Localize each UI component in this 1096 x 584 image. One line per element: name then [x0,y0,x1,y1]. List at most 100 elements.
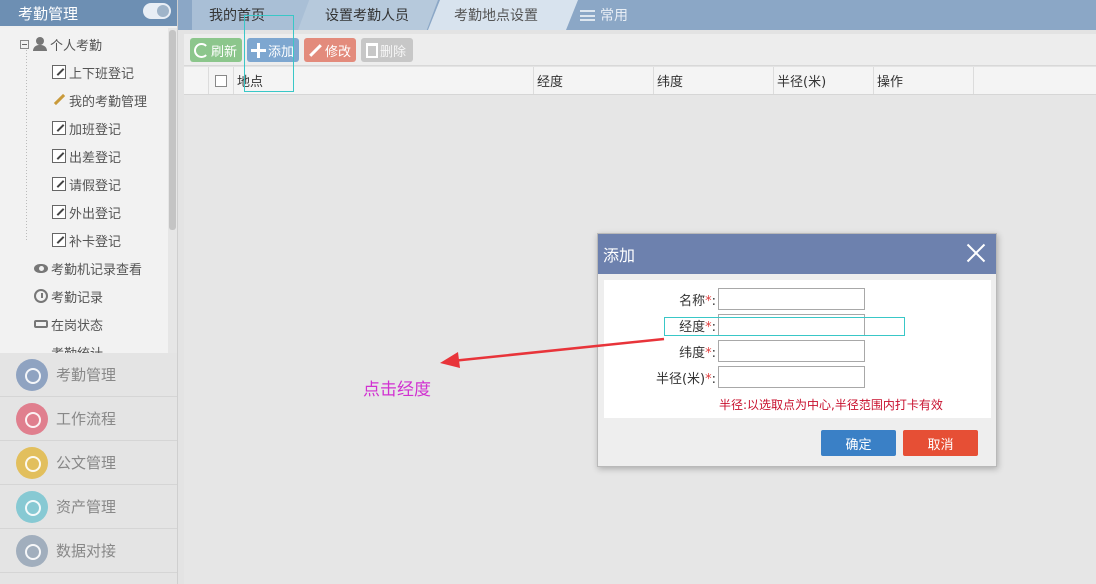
pencil-icon [52,93,66,107]
trash-icon [366,42,378,58]
toolbar: 刷新 添加 修改 删除 [184,34,1096,66]
form-row-latitude: 纬度*: [604,340,991,362]
tree-item-overtime[interactable]: 加班登记 [52,114,121,142]
module-label: 考勤管理 [56,366,117,384]
module-documents[interactable]: 公文管理 [0,441,177,485]
name-input[interactable] [718,288,865,310]
radius-input[interactable] [718,366,865,388]
tree-item-label: 考勤记录 [51,290,104,306]
briefcase-icon [16,490,48,523]
menu-icon [580,9,595,21]
tab-label: 设置考勤人员 [325,8,409,24]
annotation-text: 点击经度 [363,380,431,400]
tree-group-label: 个人考勤 [50,38,103,54]
dialog-header: 添加 [598,234,996,274]
chart-icon [34,345,48,353]
pencil-icon [308,43,323,58]
sidebar-toggle-switch[interactable] [143,3,171,19]
tree-item-label: 请假登记 [69,178,122,194]
edit-icon [52,149,66,163]
radius-label: 半径(米)*: [655,371,716,387]
tree-item-label: 考勤机记录查看 [51,262,143,278]
tab-common[interactable]: 常用 [578,0,698,30]
dialog-title: 添加 [603,246,636,265]
add-location-dialog: 添加 名称*: 经度*: 纬度*: 半径(米)*: 半径:以选取点为中心,半径范… [597,233,997,467]
column-header-radius[interactable]: 半径(米) [774,67,874,94]
tree-item-label: 上下班登记 [69,66,135,82]
edit-icon [52,177,66,191]
sidebar-header: 考勤管理 [0,0,177,26]
delete-button[interactable]: 删除 [361,38,413,62]
tree-item-on-duty-status[interactable]: 在岗状态 [34,310,103,338]
tree-item-clock-in[interactable]: 上下班登记 [52,58,134,86]
select-all-cell [208,67,234,94]
dialog-form: 名称*: 经度*: 纬度*: 半径(米)*: 半径:以选取点为中心,半径范围内打… [604,280,991,418]
tree-item-label: 加班登记 [69,122,122,138]
tree-item-business-trip[interactable]: 出差登记 [52,142,121,170]
tree-item-label: 补卡登记 [69,234,122,250]
clock-icon [16,358,48,391]
table-header: 地点 经度 纬度 半径(米) 操作 [184,67,1096,95]
select-all-checkbox[interactable] [215,74,227,87]
tree-item-statistics[interactable]: 考勤统计 [34,338,103,354]
column-header-latitude[interactable]: 纬度 [654,67,774,94]
name-label: 名称*: [679,293,716,309]
tree-item-machine-records[interactable]: 考勤机记录查看 [34,254,142,282]
delete-label: 删除 [380,44,407,60]
sidebar-scrollbar-thumb[interactable] [169,30,176,230]
tab-label: 常用 [600,8,628,24]
add-button-highlight [244,15,294,92]
close-icon[interactable] [966,243,986,263]
refresh-label: 刷新 [211,44,238,60]
module-attendance[interactable]: 考勤管理 [0,353,177,397]
column-header-actions[interactable]: 操作 [874,67,974,94]
sidebar-scrollbar[interactable] [168,28,177,353]
form-row-radius: 半径(米)*: [604,366,991,388]
edit-icon [52,233,66,247]
tab-attendance-location[interactable]: 考勤地点设置 [428,0,578,30]
form-row-name: 名称*: [604,288,991,310]
tree-group-personal-attendance[interactable]: 个人考勤 [20,30,102,58]
plug-icon [16,534,48,567]
tree-item-attendance-records[interactable]: 考勤记录 [34,282,103,310]
tree-item-label: 在岗状态 [51,318,104,334]
tab-set-attendance-staff[interactable]: 设置考勤人员 [298,0,438,30]
sidebar-tree: 个人考勤 上下班登记 我的考勤管理 加班登记 出差登记 请假登记 外出登记 补卡… [0,28,168,353]
module-list: 考勤管理 工作流程 公文管理 资产管理 数据对接 [0,353,177,584]
card-icon [34,320,48,328]
user-icon [33,37,47,51]
latitude-input[interactable] [718,340,865,362]
document-icon [16,446,48,479]
longitude-field-highlight [664,317,905,336]
module-label: 数据对接 [56,542,117,560]
refresh-button[interactable]: 刷新 [190,38,242,62]
module-label: 资产管理 [56,498,117,516]
edit-button[interactable]: 修改 [304,38,356,62]
column-header-longitude[interactable]: 经度 [534,67,654,94]
tree-item-label: 出差登记 [69,150,122,166]
collapse-icon[interactable] [20,39,29,49]
module-assets[interactable]: 资产管理 [0,485,177,529]
tree-item-leave[interactable]: 请假登记 [52,170,121,198]
tree-guide-line [26,50,27,240]
tree-item-label: 外出登记 [69,206,122,222]
module-data-integration[interactable]: 数据对接 [0,529,177,573]
edit-icon [52,65,66,79]
confirm-button[interactable]: 确定 [821,430,896,456]
cancel-button[interactable]: 取消 [903,430,978,456]
tab-label: 考勤地点设置 [454,8,538,24]
eye-icon [34,263,48,273]
tab-bar: 我的首页 设置考勤人员 考勤地点设置 常用 [178,0,1096,30]
flow-icon [16,402,48,435]
refresh-icon [194,42,209,58]
sidebar-title: 考勤管理 [18,4,79,23]
module-workflow[interactable]: 工作流程 [0,397,177,441]
tree-item-card-makeup[interactable]: 补卡登记 [52,226,121,254]
edit-label: 修改 [325,44,352,60]
tree-item-label: 考勤统计 [51,343,103,354]
module-label: 公文管理 [56,454,117,472]
tree-item-my-attendance[interactable]: 我的考勤管理 [52,86,147,114]
edit-icon [52,205,66,219]
tree-item-go-out[interactable]: 外出登记 [52,198,121,226]
sidebar: 考勤管理 个人考勤 上下班登记 我的考勤管理 加班登记 出差登记 请假登记 外出… [0,0,178,584]
